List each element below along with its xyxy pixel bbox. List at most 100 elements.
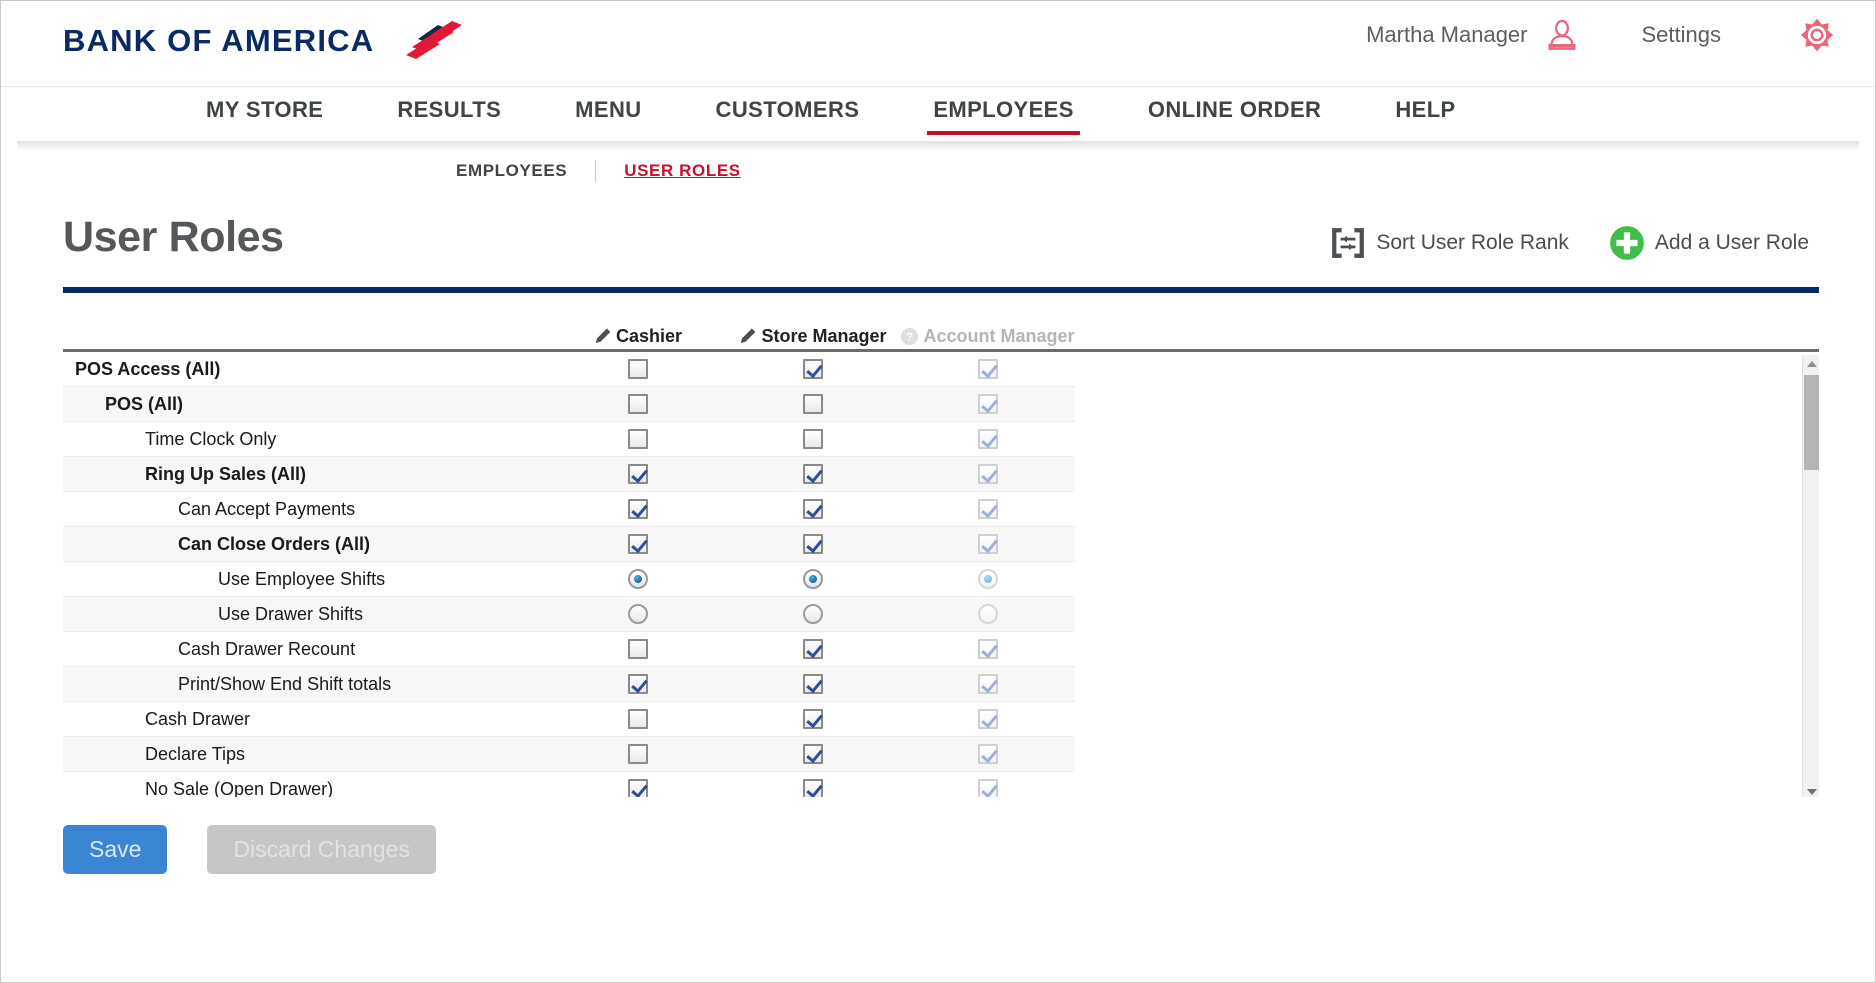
column-header-store-manager[interactable]: Store Manager (725, 326, 900, 347)
cell-cashier (550, 639, 725, 659)
cell-cashier (550, 464, 725, 484)
nav-item-customers[interactable]: CUSTOMERS (716, 87, 860, 135)
cell-cashier (550, 569, 725, 589)
cell-account-manager (900, 534, 1075, 554)
cell-store-manager (725, 394, 900, 414)
scroll-down-button[interactable] (1803, 783, 1819, 797)
checkbox-store-manager[interactable] (802, 534, 823, 554)
checkbox-cashier[interactable] (627, 779, 648, 797)
table-row: Cash Drawer (63, 701, 1804, 737)
nav-item-my-store[interactable]: MY STORE (206, 87, 323, 135)
subnav-item-employees[interactable]: EMPLOYEES (456, 161, 567, 181)
checkbox-account-manager (977, 499, 998, 519)
checkbox-cashier[interactable] (627, 394, 648, 414)
checkbox-store-manager[interactable] (802, 359, 823, 379)
checkbox-store-manager[interactable] (802, 639, 823, 659)
checkbox-account-manager (977, 674, 998, 694)
checkbox-cashier[interactable] (627, 674, 648, 694)
column-header-account-manager-label: Account Manager (923, 326, 1075, 346)
row-label: Use Employee Shifts (218, 568, 386, 589)
checkbox-store-manager[interactable] (802, 709, 823, 729)
subnav-item-user-roles[interactable]: USER ROLES (624, 161, 741, 181)
row-tail (1075, 771, 1804, 797)
radio-store-manager[interactable] (802, 569, 823, 589)
checkbox-cashier[interactable] (627, 534, 648, 554)
cell-account-manager (900, 359, 1075, 379)
bank-of-america-logo[interactable]: BANK OF AMERICA (63, 21, 476, 61)
column-header-cashier[interactable]: Cashier (550, 326, 725, 347)
nav-item-menu[interactable]: MENU (575, 87, 641, 135)
cell-store-manager (725, 359, 900, 379)
nav-item-help[interactable]: HELP (1395, 87, 1455, 135)
checkbox-account-manager (977, 429, 998, 449)
main-navigation: MY STORE RESULTS MENU CUSTOMERS EMPLOYEE… (1, 87, 1875, 141)
page-header: User Roles Sort User Role Rank Add a Use… (63, 213, 1819, 279)
boa-flag-icon (406, 21, 463, 59)
cell-account-manager (900, 464, 1075, 484)
add-user-role-button[interactable]: Add a User Role (1609, 225, 1809, 261)
sort-rank-icon (1332, 228, 1365, 258)
nav-shadow-divider (17, 141, 1859, 151)
checkbox-account-manager (977, 534, 998, 554)
radio-cashier[interactable] (627, 604, 648, 624)
checkbox-cashier[interactable] (627, 499, 648, 519)
checkbox-store-manager[interactable] (802, 674, 823, 694)
save-button[interactable]: Save (63, 825, 168, 874)
checkbox-store-manager[interactable] (802, 429, 823, 449)
checkbox-account-manager (977, 639, 998, 659)
table-row: Declare Tips (63, 736, 1804, 772)
checkbox-cashier[interactable] (627, 359, 648, 379)
checkbox-store-manager[interactable] (802, 464, 823, 484)
checkbox-account-manager (977, 394, 998, 414)
brand-wordmark: BANK OF AMERICA (63, 23, 375, 58)
account-name: Martha Manager (1366, 22, 1528, 47)
sort-user-role-rank-button[interactable]: Sort User Role Rank (1330, 226, 1569, 260)
row-label: POS Access (All) (75, 358, 221, 379)
table-row: Print/Show End Shift totals (63, 666, 1804, 702)
row-tail (1075, 386, 1804, 422)
table-body-scroll-area: POS Access (All) POS (All) Time Clock On… (63, 349, 1819, 797)
table-row: Use Drawer Shifts (63, 596, 1804, 632)
cell-account-manager (900, 569, 1075, 589)
column-header-account-manager[interactable]: ? Account Manager (900, 326, 1075, 347)
cell-store-manager (725, 674, 900, 694)
cell-cashier (550, 709, 725, 729)
row-tail (1075, 701, 1804, 737)
discard-changes-button[interactable]: Discard Changes (207, 825, 436, 874)
checkbox-cashier[interactable] (627, 429, 648, 449)
subnav-separator (595, 160, 597, 182)
checkbox-store-manager[interactable] (802, 394, 823, 414)
nav-item-employees[interactable]: EMPLOYEES (927, 87, 1080, 135)
cell-store-manager (725, 464, 900, 484)
table-row: Use Employee Shifts (63, 561, 1804, 597)
checkbox-cashier[interactable] (627, 744, 648, 764)
cell-cashier (550, 604, 725, 624)
row-label: Declare Tips (145, 743, 246, 764)
checkbox-cashier[interactable] (627, 639, 648, 659)
checkbox-store-manager[interactable] (802, 744, 823, 764)
checkbox-store-manager[interactable] (802, 499, 823, 519)
checkbox-store-manager[interactable] (802, 779, 823, 797)
checkbox-cashier[interactable] (627, 709, 648, 729)
column-header-store-manager-label: Store Manager (761, 326, 887, 346)
row-label: Time Clock Only (145, 428, 277, 449)
radio-account-manager (977, 569, 998, 589)
table-vertical-scrollbar[interactable] (1802, 355, 1819, 797)
page-header-actions: Sort User Role Rank Add a User Role (1330, 225, 1809, 261)
cell-cashier (550, 499, 725, 519)
caret-down-icon (1806, 788, 1817, 795)
cell-store-manager (725, 499, 900, 519)
gear-icon[interactable] (1799, 17, 1835, 53)
nav-item-online-order[interactable]: ONLINE ORDER (1148, 87, 1321, 135)
nav-item-results[interactable]: RESULTS (397, 87, 501, 135)
user-roles-table: Cashier Store Manager ? Account Manager (63, 315, 1819, 797)
scroll-up-button[interactable] (1803, 355, 1819, 372)
settings-label[interactable]: Settings (1642, 22, 1722, 48)
table-row: Time Clock Only (63, 421, 1804, 457)
scroll-thumb[interactable] (1804, 375, 1819, 470)
cell-cashier (550, 359, 725, 379)
user-icon[interactable] (1544, 17, 1580, 53)
checkbox-cashier[interactable] (627, 464, 648, 484)
radio-cashier[interactable] (627, 569, 648, 589)
radio-store-manager[interactable] (802, 604, 823, 624)
